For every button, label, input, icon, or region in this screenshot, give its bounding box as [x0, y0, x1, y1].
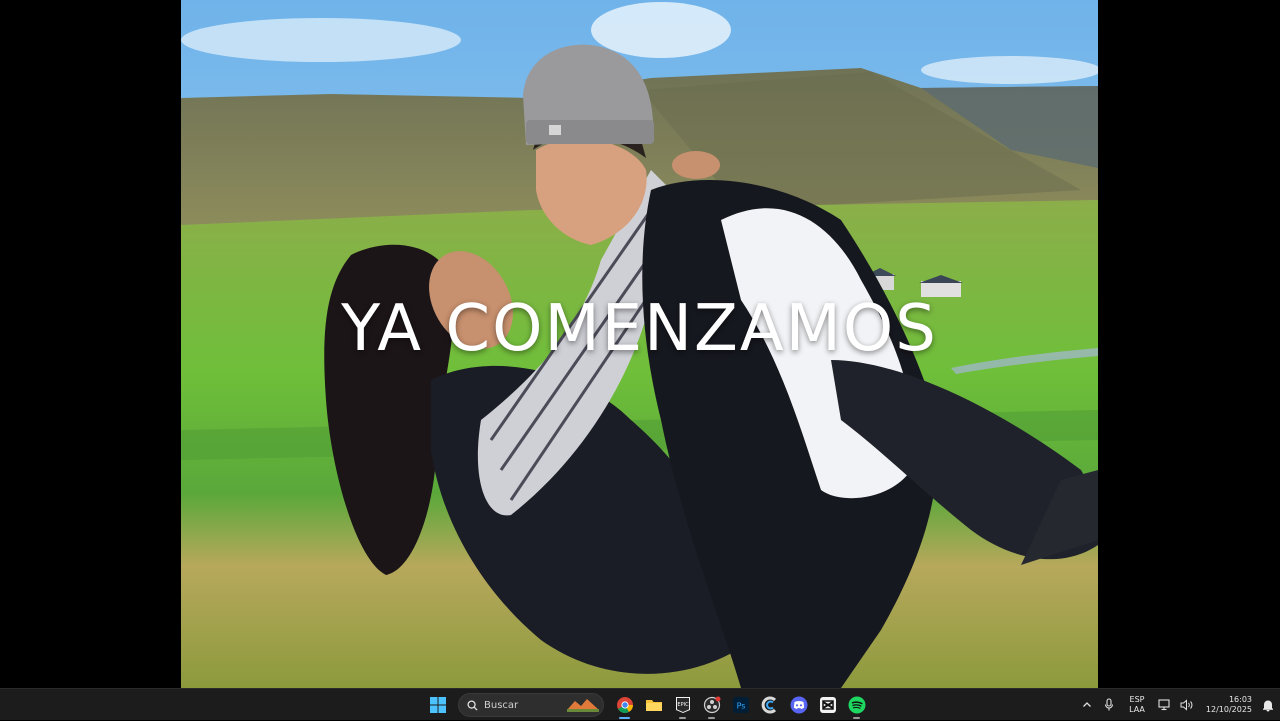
keyboard-layout: LAA — [1129, 705, 1145, 714]
network-button[interactable] — [1154, 690, 1176, 720]
svg-text:EPIC: EPIC — [677, 702, 689, 708]
taskbar-file-explorer[interactable] — [639, 690, 668, 720]
chrome-icon — [616, 697, 633, 713]
search-placeholder: Buscar — [484, 699, 519, 711]
slide-title: YA COMENZAMOS — [341, 292, 938, 366]
volume-button[interactable] — [1176, 690, 1198, 720]
running-indicator — [679, 717, 686, 719]
chevron-up-icon — [1083, 702, 1091, 707]
taskbar-ccleaner[interactable] — [755, 690, 784, 720]
network-icon — [1158, 699, 1170, 711]
taskbar-search[interactable]: Buscar — [458, 693, 604, 717]
language-indicator[interactable]: ESP LAA — [1120, 695, 1154, 715]
file-explorer-icon — [645, 700, 662, 711]
clock[interactable]: 16:03 12/10/2025 — [1198, 695, 1252, 715]
language-code: ESP — [1129, 695, 1145, 704]
photoshop-icon: Ps — [732, 697, 749, 713]
system-tray: ESP LAA 16:03 12/10/2025 — [1076, 689, 1280, 721]
taskbar-spotify[interactable] — [842, 690, 871, 720]
notifications-button[interactable] — [1256, 690, 1280, 720]
microphone-icon — [1104, 698, 1114, 711]
taskbar-chrome[interactable] — [610, 690, 639, 720]
taskbar-discord[interactable] — [784, 690, 813, 720]
taskbar-apps: Buscar EPIC Ps — [423, 689, 871, 721]
microphone-button[interactable] — [1098, 690, 1120, 720]
show-hidden-icons-button[interactable] — [1076, 690, 1098, 720]
ccleaner-icon — [761, 696, 776, 714]
taskbar-epic-games[interactable]: EPIC — [668, 690, 697, 720]
obs-icon — [703, 696, 720, 714]
running-indicator — [708, 717, 715, 719]
taskbar-obs[interactable] — [697, 690, 726, 720]
running-indicator — [853, 717, 860, 719]
epic-games-icon: EPIC — [675, 697, 690, 713]
taskbar-capcut[interactable] — [813, 690, 842, 720]
taskbar: Buscar EPIC Ps ESP LAA 16:03 12/10/2025 — [0, 688, 1280, 720]
capcut-icon — [819, 697, 836, 713]
clock-time: 16:03 — [1228, 695, 1252, 704]
discord-icon — [790, 696, 807, 714]
clock-date: 12/10/2025 — [1205, 705, 1252, 714]
running-indicator — [619, 717, 630, 719]
search-icon — [467, 699, 478, 711]
volume-icon — [1180, 699, 1193, 711]
start-icon — [429, 697, 446, 713]
slide-stage: YA COMENZAMOS — [0, 0, 1280, 688]
start-button[interactable] — [423, 690, 452, 720]
bell-icon — [1263, 700, 1273, 711]
search-highlight-icon — [567, 699, 599, 712]
taskbar-photoshop[interactable]: Ps — [726, 690, 755, 720]
spotify-icon — [848, 696, 865, 714]
svg-text:Ps: Ps — [736, 702, 745, 711]
